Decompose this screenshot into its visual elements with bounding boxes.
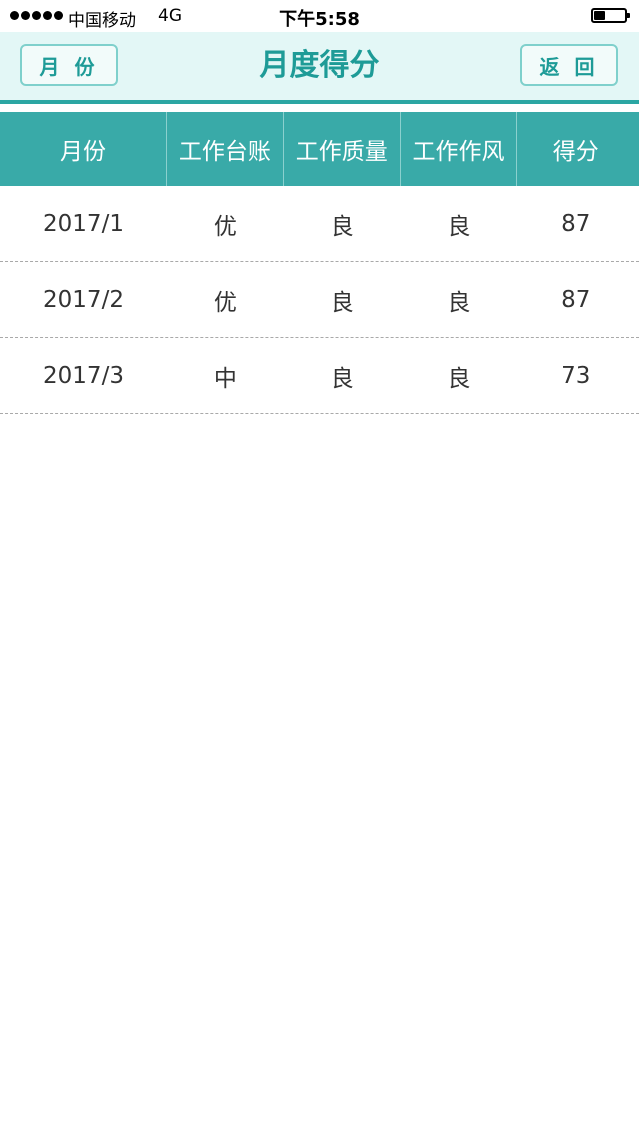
battery-icon — [591, 8, 630, 23]
back-button[interactable]: 返 回 — [520, 44, 618, 86]
cell-work-ledger: 优 — [213, 213, 237, 240]
cell-score: 73 — [561, 362, 591, 389]
column-header-work-quality: 工作质量 — [284, 112, 401, 186]
page-header: 月度得分 月 份 返 回 — [0, 32, 639, 104]
cell-work-quality: 良 — [330, 213, 354, 240]
column-header-work-ledger: 工作台账 — [167, 112, 284, 186]
cell-month: 2017/2 — [43, 286, 124, 313]
table-header: 月份 工作台账 工作质量 工作作风 得分 — [0, 112, 639, 186]
cell-work-ledger: 中 — [213, 365, 237, 392]
cell-work-style: 良 — [447, 365, 471, 392]
cell-month: 2017/1 — [43, 210, 124, 237]
table-row[interactable]: 2017/1 优 良 良 87 — [0, 186, 639, 262]
table-body: 2017/1 优 良 良 87 2017/2 优 良 良 87 2017/3 中… — [0, 186, 639, 414]
score-table: 月份 工作台账 工作质量 工作作风 得分 2017/1 优 良 良 87 201… — [0, 112, 639, 414]
column-header-month: 月份 — [0, 112, 167, 186]
status-bar: 中国移动 4G 下午5:58 — [0, 0, 639, 32]
column-header-score: 得分 — [552, 139, 599, 165]
cell-month: 2017/3 — [43, 362, 124, 389]
column-header-work-style: 工作作风 — [401, 112, 518, 186]
table-row[interactable]: 2017/3 中 良 良 73 — [0, 338, 639, 414]
table-row[interactable]: 2017/2 优 良 良 87 — [0, 262, 639, 338]
cell-work-style: 良 — [447, 289, 471, 316]
status-time: 下午5:58 — [279, 9, 360, 30]
cell-score: 87 — [561, 210, 591, 237]
cell-work-quality: 良 — [330, 289, 354, 316]
cell-work-style: 良 — [447, 213, 471, 240]
cell-work-quality: 良 — [330, 365, 354, 392]
cell-score: 87 — [561, 286, 591, 313]
cell-work-ledger: 优 — [213, 289, 237, 316]
month-select-button[interactable]: 月 份 — [20, 44, 118, 86]
